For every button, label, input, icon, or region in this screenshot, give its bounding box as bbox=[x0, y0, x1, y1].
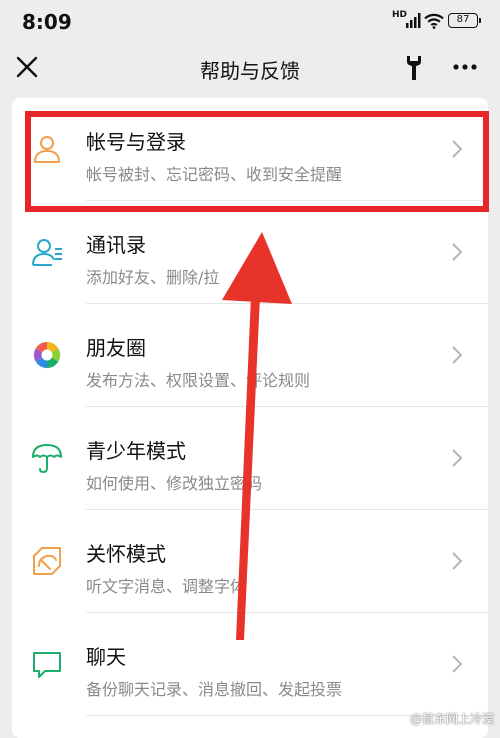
moments-aperture-icon bbox=[33, 341, 61, 369]
item-title: 通讯录 bbox=[86, 233, 146, 257]
item-subtitle: 发布方法、权限设置、评论规则 bbox=[86, 371, 311, 390]
item-subtitle: 听文字消息、调整字体 bbox=[86, 577, 247, 596]
signal-icon bbox=[406, 13, 421, 28]
nav-bar: 帮助与反馈 bbox=[0, 42, 500, 94]
list-item-teen-mode[interactable]: 青少年模式 如何使用、修改独立密码 bbox=[12, 407, 488, 510]
item-title: 关怀模式 bbox=[86, 542, 166, 566]
hd-network-label: HD bbox=[392, 10, 408, 20]
highlight-box bbox=[25, 111, 489, 212]
item-subtitle: 如何使用、修改独立密码 bbox=[86, 474, 263, 493]
list-item-moments[interactable]: 朋友圈 发布方法、权限设置、评论规则 bbox=[12, 304, 488, 407]
chevron-right-icon bbox=[452, 449, 463, 467]
status-bar: 8:09 HD 87 bbox=[0, 0, 500, 42]
more-icon[interactable] bbox=[452, 60, 478, 74]
umbrella-icon bbox=[32, 444, 62, 474]
list-item-contacts[interactable]: 通讯录 添加好友、删除/拉 bbox=[12, 201, 488, 304]
page-title: 帮助与反馈 bbox=[200, 59, 300, 83]
list-item-chat[interactable]: 聊天 备份聊天记录、消息撤回、发起投票 bbox=[12, 613, 488, 716]
item-subtitle: 添加好友、删除/拉 bbox=[86, 268, 220, 287]
chevron-right-icon bbox=[452, 346, 463, 364]
contacts-icon bbox=[32, 239, 62, 266]
battery-indicator: 87 bbox=[448, 13, 481, 28]
chat-bubble-icon bbox=[33, 652, 61, 678]
item-title: 青少年模式 bbox=[86, 439, 186, 463]
status-time: 8:09 bbox=[22, 10, 72, 34]
item-title: 聊天 bbox=[86, 645, 126, 669]
wrench-icon[interactable] bbox=[403, 54, 425, 82]
chevron-right-icon bbox=[452, 552, 463, 570]
item-title: 朋友圈 bbox=[86, 336, 146, 360]
chevron-right-icon bbox=[452, 243, 463, 261]
item-subtitle: 备份聊天记录、消息撤回、发起投票 bbox=[86, 680, 343, 699]
watermark: @鼠东网上冷漠 bbox=[409, 712, 494, 726]
status-icons: HD 87 bbox=[392, 10, 482, 32]
chevron-right-icon bbox=[452, 655, 463, 673]
wifi-icon bbox=[424, 13, 444, 29]
care-mode-icon bbox=[33, 547, 61, 575]
list-item-care-mode[interactable]: 关怀模式 听文字消息、调整字体 bbox=[12, 510, 488, 613]
